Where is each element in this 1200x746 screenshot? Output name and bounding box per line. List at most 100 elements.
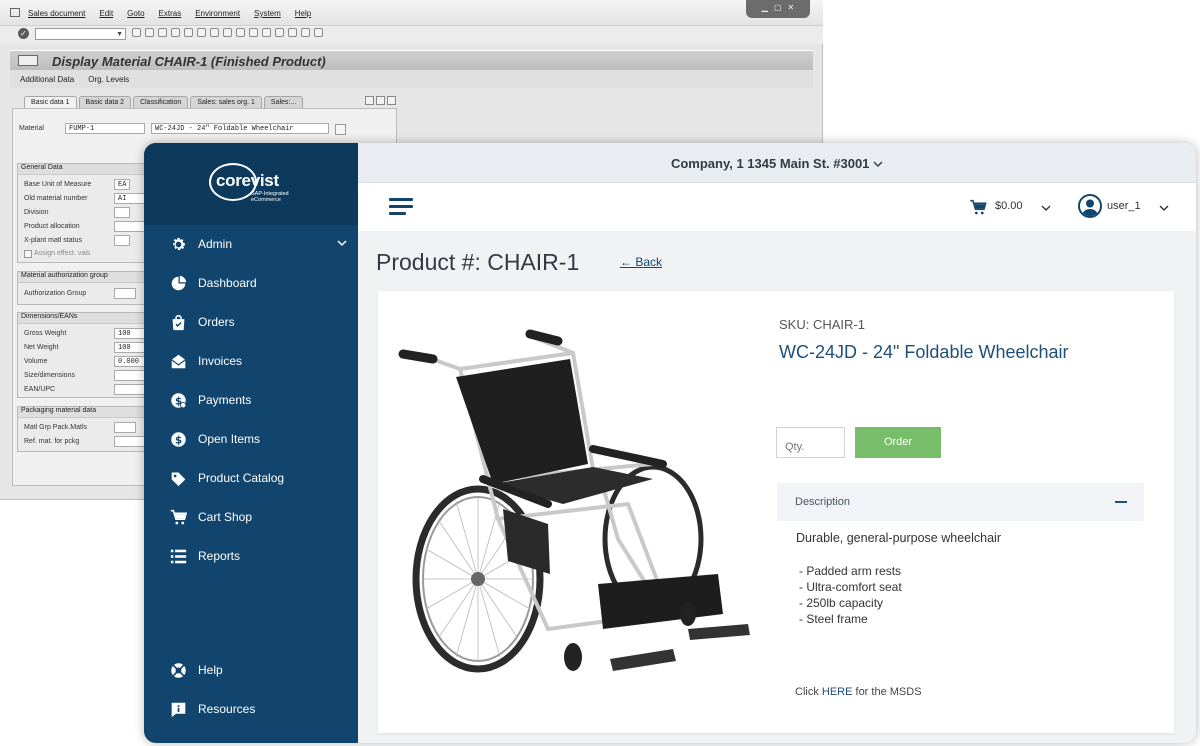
sidebar-item-dashboard[interactable]: Dashboard xyxy=(144,266,358,302)
field-label: Assign effect. vals xyxy=(34,250,91,257)
first-page-icon[interactable] xyxy=(223,28,232,37)
sap-tab-strip: Basic data 1 Basic data 2 Classification… xyxy=(24,96,304,108)
tab-basic-data-2[interactable]: Basic data 2 xyxy=(78,96,132,108)
field-label: Size/dimensions xyxy=(24,372,75,379)
chevron-down-icon xyxy=(873,161,883,167)
quantity-input[interactable] xyxy=(776,427,845,458)
sidebar-item-label: Payments xyxy=(198,393,252,407)
sap-enter-icon[interactable]: ✓ xyxy=(18,28,29,39)
sap-window-menu-icon[interactable] xyxy=(10,8,20,17)
company-name: Company, 1 1345 Main St. #3001 xyxy=(670,156,870,171)
product-card: SKU: CHAIR-1 WC-24JD - 24" Foldable Whee… xyxy=(378,291,1174,733)
sap-menu-help[interactable]: Help xyxy=(295,9,311,18)
sidebar-item-admin[interactable]: Admin xyxy=(144,227,358,263)
back-icon[interactable] xyxy=(132,28,141,37)
find-next-icon[interactable] xyxy=(210,28,219,37)
user-avatar-icon[interactable] xyxy=(1078,194,1102,218)
save-icon[interactable] xyxy=(145,28,154,37)
wheelchair-product-image xyxy=(398,329,758,679)
next-page-icon[interactable] xyxy=(249,28,258,37)
matl-grp-pack-field[interactable] xyxy=(114,422,136,433)
layout-icon[interactable] xyxy=(314,28,323,37)
info-flag-icon xyxy=(169,700,187,718)
description-accordion-header[interactable]: Description xyxy=(777,483,1144,521)
close-icon[interactable]: ✕ xyxy=(788,3,795,18)
field-label: Net Weight xyxy=(24,344,59,351)
base-unit-field[interactable]: EA xyxy=(114,179,130,190)
msds-link[interactable]: HERE xyxy=(822,686,853,698)
sidebar-item-payments[interactable]: $ Payments xyxy=(144,383,358,419)
xplant-status-field[interactable] xyxy=(114,235,130,246)
material-description-field[interactable]: WC-24JD - 24" Foldable Wheelchair xyxy=(151,123,329,134)
list-icon xyxy=(169,547,187,565)
division-field[interactable] xyxy=(114,207,130,218)
sap-application-toolbar: Additional Data Org. Levels xyxy=(10,70,813,88)
list-item: - Steel frame xyxy=(799,612,868,626)
tab-classification[interactable]: Classification xyxy=(133,96,189,108)
print-icon[interactable] xyxy=(184,28,193,37)
assign-effect-vals-checkbox[interactable] xyxy=(24,250,32,258)
dollar-coin-icon: $ xyxy=(169,391,187,409)
sidebar-item-resources[interactable]: Resources xyxy=(144,692,358,728)
help-icon[interactable] xyxy=(301,28,310,37)
cart-icon[interactable] xyxy=(969,199,987,221)
tab-list-icon[interactable] xyxy=(387,96,396,105)
sap-menu-sales-document[interactable]: Sales document xyxy=(28,9,85,18)
tab-sales-more[interactable]: Sales:... xyxy=(263,96,304,108)
sidebar-item-label: Open Items xyxy=(198,432,261,446)
shortcut-icon[interactable] xyxy=(288,28,297,37)
hamburger-menu-icon[interactable] xyxy=(389,198,413,216)
sap-menu-edit[interactable]: Edit xyxy=(99,9,113,18)
cart-total[interactable]: $0.00 xyxy=(995,200,1023,212)
sap-title-menu-icon[interactable] xyxy=(18,55,38,66)
minimize-icon[interactable]: ▁ xyxy=(762,3,768,18)
sap-command-field[interactable]: ▼ xyxy=(35,28,126,40)
sidebar-item-orders[interactable]: Orders xyxy=(144,305,358,341)
collapse-minus-icon[interactable] xyxy=(1115,501,1127,503)
material-label: Material xyxy=(19,125,44,132)
additional-data-button[interactable]: Additional Data xyxy=(20,75,74,84)
maximize-icon[interactable]: ▢ xyxy=(774,3,782,18)
material-field[interactable]: FUMP-1 xyxy=(65,123,145,134)
sidebar-item-product-catalog[interactable]: Product Catalog xyxy=(144,461,358,497)
sidebar-item-reports[interactable]: Reports xyxy=(144,539,358,575)
logo-wordmark: corevist xyxy=(216,171,279,190)
order-button[interactable]: Order xyxy=(855,427,941,458)
user-menu[interactable]: user_1 xyxy=(1107,200,1141,212)
authorization-group-field[interactable] xyxy=(114,288,136,299)
sap-menu-extras[interactable]: Extras xyxy=(159,9,182,18)
sap-menu-environment[interactable]: Environment xyxy=(195,9,240,18)
previous-page-icon[interactable] xyxy=(236,28,245,37)
tab-sales-org-1[interactable]: Sales: sales org. 1 xyxy=(190,96,262,108)
tab-scroll-left-icon[interactable] xyxy=(365,96,374,105)
group-title: Dimensions/EANs xyxy=(18,313,156,324)
last-page-icon[interactable] xyxy=(262,28,271,37)
long-text-icon[interactable] xyxy=(335,124,346,135)
sap-toolbar-icons xyxy=(132,28,323,37)
pie-chart-icon xyxy=(169,274,187,292)
chevron-down-icon[interactable] xyxy=(1041,200,1051,218)
sidebar-item-label: Orders xyxy=(198,315,235,329)
cancel-icon[interactable] xyxy=(171,28,180,37)
find-icon[interactable] xyxy=(197,28,206,37)
chevron-down-icon[interactable] xyxy=(1159,200,1169,218)
top-navbar: $0.00 user_1 xyxy=(358,183,1196,231)
sidebar-item-label: Resources xyxy=(198,702,256,716)
org-levels-button[interactable]: Org. Levels xyxy=(88,75,129,84)
chevron-down-icon xyxy=(337,237,347,251)
new-session-icon[interactable] xyxy=(275,28,284,37)
sap-menu-system[interactable]: System xyxy=(254,9,281,18)
sidebar-item-label: Product Catalog xyxy=(198,471,285,485)
sidebar-item-open-items[interactable]: $ Open Items xyxy=(144,422,358,458)
chevron-down-icon[interactable]: ▼ xyxy=(116,29,123,40)
tab-scroll-right-icon[interactable] xyxy=(376,96,385,105)
sidebar-item-label: Cart Shop xyxy=(198,510,253,524)
tab-basic-data-1[interactable]: Basic data 1 xyxy=(24,96,77,108)
back-link[interactable]: ← Back xyxy=(620,255,662,269)
sap-menu-goto[interactable]: Goto xyxy=(127,9,144,18)
exit-icon[interactable] xyxy=(158,28,167,37)
company-selector[interactable]: Company, 1 1345 Main St. #3001 xyxy=(358,156,1196,171)
sidebar-item-cart-shop[interactable]: Cart Shop xyxy=(144,500,358,536)
sidebar-item-invoices[interactable]: Invoices xyxy=(144,344,358,380)
sidebar-item-help[interactable]: Help xyxy=(144,653,358,689)
